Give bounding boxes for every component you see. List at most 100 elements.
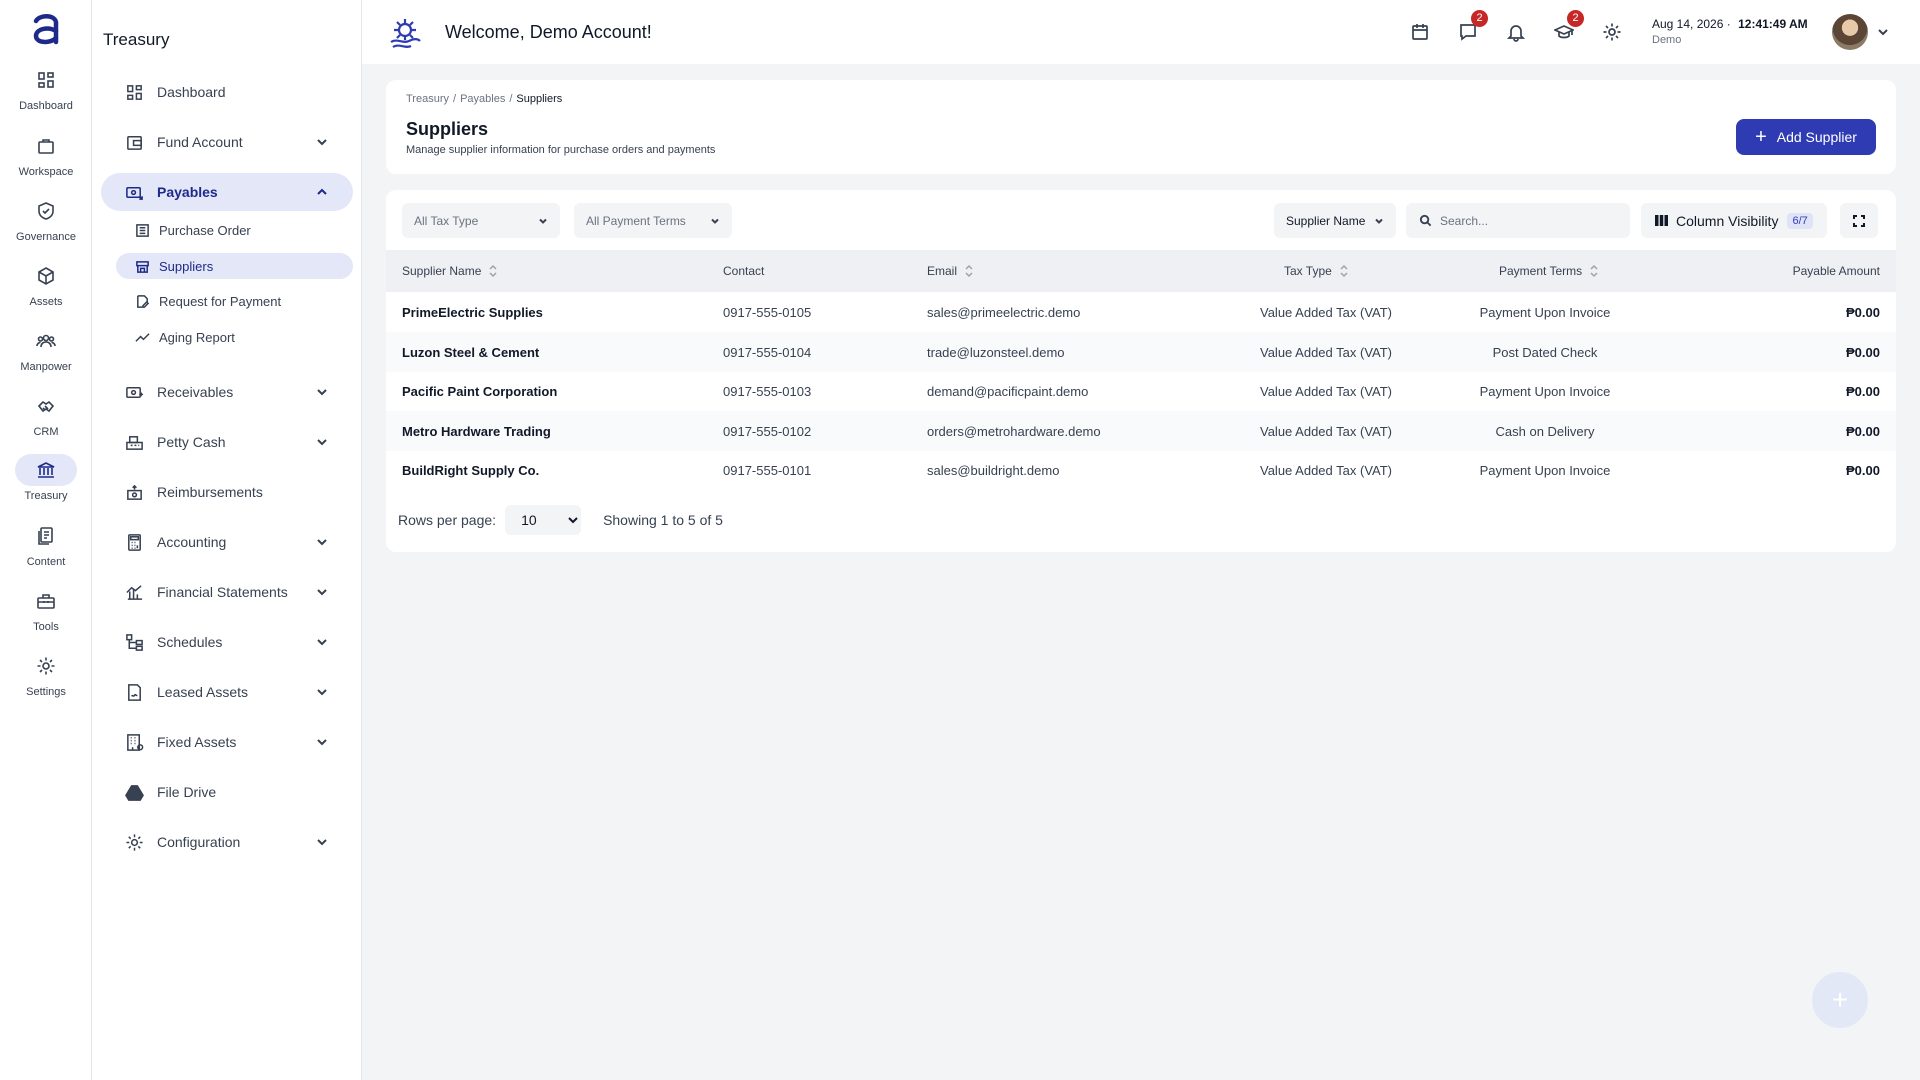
sidebar-subitem-aging-report[interactable]: Aging Report	[116, 324, 353, 350]
sidebar-subitem-suppliers[interactable]: Suppliers	[116, 253, 353, 279]
sidebar-item-payables[interactable]: Payables	[101, 173, 353, 211]
column-header-tax-type[interactable]: Tax Type	[1284, 250, 1348, 292]
sidebar-item-leased-assets[interactable]: Leased Assets	[101, 673, 353, 711]
column-header-contact: Contact	[723, 250, 764, 292]
cell-email: sales@primeelectric.demo	[927, 304, 1081, 320]
table-row[interactable]: BuildRight Supply Co. 0917-555-0101 sale…	[386, 450, 1896, 490]
messages-button[interactable]: 2	[1456, 10, 1488, 44]
table-row[interactable]: Metro Hardware Trading 0917-555-0102 ord…	[386, 411, 1896, 451]
sidebar-subitem-purchase-order[interactable]: Purchase Order	[116, 217, 353, 243]
sort-icon	[1340, 264, 1348, 278]
breadcrumb-separator: /	[509, 93, 513, 105]
payment-terms-filter[interactable]: All Payment Terms	[574, 203, 732, 238]
sidebar-item-petty-cash[interactable]: Petty Cash	[101, 423, 353, 461]
rows-per-page-select[interactable]: 10	[505, 505, 582, 535]
app-logo-icon[interactable]	[30, 12, 62, 46]
column-header-label: Contact	[723, 264, 765, 278]
rail-label: Treasury	[24, 490, 68, 502]
cell-tax-type: Value Added Tax (VAT)	[1260, 344, 1392, 360]
rail-item-governance[interactable]: Governance	[15, 195, 77, 249]
breadcrumb: Treasury / Payables / Suppliers	[406, 93, 562, 105]
tax-type-filter[interactable]: All Tax Type	[402, 203, 560, 238]
column-header-label: Tax Type	[1284, 264, 1332, 278]
cell-email: trade@luzonsteel.demo	[927, 344, 1065, 360]
rail-item-crm[interactable]: CRM	[15, 390, 77, 444]
sidebar-item-label: Fixed Assets	[157, 734, 237, 750]
search-field-select[interactable]: Supplier Name	[1274, 203, 1396, 238]
rail-item-settings[interactable]: Settings	[15, 650, 77, 704]
sidebar-item-financial-statements[interactable]: Financial Statements	[101, 573, 353, 611]
column-visibility-label: Column Visibility	[1676, 212, 1779, 229]
current-date: Aug 14, 2026	[1652, 17, 1724, 31]
breadcrumb-treasury[interactable]: Treasury	[406, 93, 449, 105]
sidebar-item-fixed-assets[interactable]: Fixed Assets	[101, 723, 353, 761]
page-header: Treasury / Payables / Suppliers Supplier…	[386, 80, 1896, 174]
settings-button[interactable]	[1600, 20, 1624, 44]
column-header-payment-terms[interactable]: Payment Terms	[1499, 250, 1598, 292]
table-row[interactable]: Luzon Steel & Cement 0917-555-0104 trade…	[386, 332, 1896, 372]
rail-item-dashboard[interactable]: Dashboard	[15, 64, 77, 118]
column-header-label: Payment Terms	[1499, 264, 1583, 278]
sidebar-item-label: Fund Account	[157, 134, 243, 150]
brand-logo-icon[interactable]	[388, 16, 422, 50]
cell-payment-terms: Payment Upon Invoice	[1479, 304, 1611, 320]
avatar[interactable]	[1832, 14, 1868, 50]
chevron-down-icon	[711, 218, 719, 224]
rail-item-workspace[interactable]: Workspace	[15, 130, 77, 184]
store-icon	[135, 260, 149, 273]
sidebar-item-schedules[interactable]: Schedules	[101, 623, 353, 661]
gear-icon	[1603, 23, 1621, 41]
rail-item-tools[interactable]: Tools	[15, 585, 77, 639]
notifications-button[interactable]	[1504, 20, 1528, 44]
rail-item-manpower[interactable]: Manpower	[15, 325, 77, 379]
cell-email: orders@metrohardware.demo	[927, 423, 1101, 439]
sidebar-item-fund-account[interactable]: Fund Account	[101, 123, 353, 161]
rail-item-content[interactable]: Content	[15, 520, 77, 574]
sidebar-subitem-label: Purchase Order	[159, 222, 251, 238]
sidebar-item-accounting[interactable]: Accounting	[101, 523, 353, 561]
bell-icon	[1506, 25, 1526, 42]
sort-icon	[489, 264, 497, 278]
user-menu-toggle[interactable]	[1876, 25, 1890, 39]
sidebar-item-file-drive[interactable]: File Drive	[101, 773, 353, 811]
sidebar-item-label: Leased Assets	[157, 684, 249, 700]
column-header-email[interactable]: Email	[927, 250, 973, 292]
sidebar-item-label: Receivables	[157, 384, 234, 400]
sidebar-subitem-label: Aging Report	[159, 329, 235, 345]
cell-supplier-name: PrimeElectric Supplies	[402, 304, 543, 320]
floating-add-button[interactable]: +	[1812, 972, 1868, 1028]
messages-badge: 2	[1471, 10, 1488, 27]
sidebar-item-dashboard[interactable]: Dashboard	[101, 73, 353, 111]
plus-icon: +	[1831, 984, 1849, 1015]
sidebar-item-configuration[interactable]: Configuration	[101, 823, 353, 861]
column-header-supplier-name[interactable]: Supplier Name	[402, 250, 497, 292]
breadcrumb-payables[interactable]: Payables	[460, 93, 505, 105]
building-icon	[126, 733, 143, 751]
sidebar-item-label: Payables	[157, 184, 218, 200]
sidebar-subitem-request-for-payment[interactable]: Request for Payment	[116, 288, 353, 314]
tax-type-filter-value: All Tax Type	[414, 213, 479, 228]
sidebar-item-reimbursements[interactable]: Reimbursements	[101, 473, 353, 511]
cell-contact: 0917-555-0101	[723, 462, 812, 478]
rail-item-assets[interactable]: Assets	[15, 260, 77, 314]
rows-per-page-label: Rows per page:	[398, 512, 497, 528]
rail-label: Dashboard	[19, 100, 73, 112]
shield-check-icon	[38, 202, 54, 220]
sidebar-subitem-label: Request for Payment	[159, 293, 282, 309]
calendar-button[interactable]	[1408, 20, 1432, 44]
search-field-value: Supplier Name	[1286, 213, 1366, 228]
learning-button[interactable]: 2	[1552, 10, 1584, 44]
datetime: Aug 14, 2026 · 12:41:49 AM	[1652, 17, 1808, 31]
column-visibility-button[interactable]: Column Visibility 6/7	[1641, 203, 1827, 238]
sidebar-title: Treasury	[103, 30, 170, 49]
table-row[interactable]: Pacific Paint Corporation 0917-555-0103 …	[386, 371, 1896, 411]
search-input[interactable]	[1440, 213, 1620, 228]
rail-item-treasury[interactable]: Treasury	[15, 454, 77, 508]
chevron-down-icon	[317, 589, 327, 596]
fullscreen-button[interactable]	[1840, 203, 1878, 238]
sidebar-item-receivables[interactable]: Receivables	[101, 373, 353, 411]
cell-payable-amount: ₱0.00	[1846, 344, 1880, 360]
table-row[interactable]: PrimeElectric Supplies 0917-555-0105 sal…	[386, 292, 1896, 332]
cell-email: demand@pacificpaint.demo	[927, 383, 1089, 399]
add-supplier-button[interactable]: + Add Supplier	[1736, 119, 1876, 155]
